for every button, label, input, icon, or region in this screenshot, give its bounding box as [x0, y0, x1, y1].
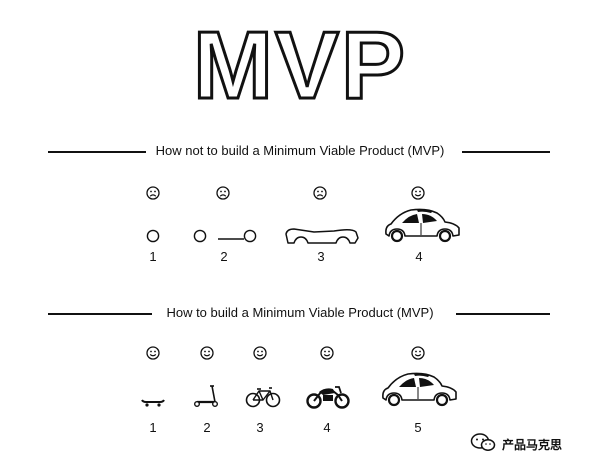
step-number: 2: [220, 249, 228, 264]
car-icon: [383, 206, 461, 244]
skateboard-icon: [141, 396, 165, 408]
wechat-icon: [470, 432, 496, 457]
motorcycle-icon: [305, 383, 351, 409]
sad-face-icon: [216, 186, 230, 200]
car-body-icon: [284, 224, 360, 246]
section-heading-label: How to build a Minimum Viable Product (M…: [164, 305, 436, 320]
happy-face-icon: [411, 186, 425, 200]
happy-face-icon: [146, 346, 160, 360]
happy-face-icon: [253, 346, 267, 360]
section-heading-label: How not to build a Minimum Viable Produc…: [153, 143, 447, 158]
watermark: 产品马克思: [470, 432, 562, 456]
step-number: 1: [149, 249, 157, 264]
section-heading-right: How to build a Minimum Viable Product (M…: [0, 303, 600, 323]
sad-face-icon: [313, 186, 327, 200]
step-number: 3: [256, 420, 264, 435]
step-number: 3: [317, 249, 325, 264]
happy-face-icon: [411, 346, 425, 360]
sad-face-icon: [146, 186, 160, 200]
bicycle-icon: [245, 385, 281, 409]
axle-icon: [193, 229, 257, 243]
happy-face-icon: [200, 346, 214, 360]
car-icon: [380, 370, 458, 408]
happy-face-icon: [320, 346, 334, 360]
watermark-text: 产品马克思: [502, 437, 563, 452]
step-number: 2: [203, 420, 211, 435]
wheel-icon: [146, 229, 160, 243]
section-heading-wrong: How not to build a Minimum Viable Produc…: [0, 141, 600, 161]
step-number: 4: [323, 420, 331, 435]
page-title: MVP: [191, 12, 408, 119]
step-number: 5: [414, 420, 422, 435]
step-number: 4: [415, 249, 423, 264]
scooter-icon: [193, 384, 219, 408]
step-number: 1: [149, 420, 157, 435]
